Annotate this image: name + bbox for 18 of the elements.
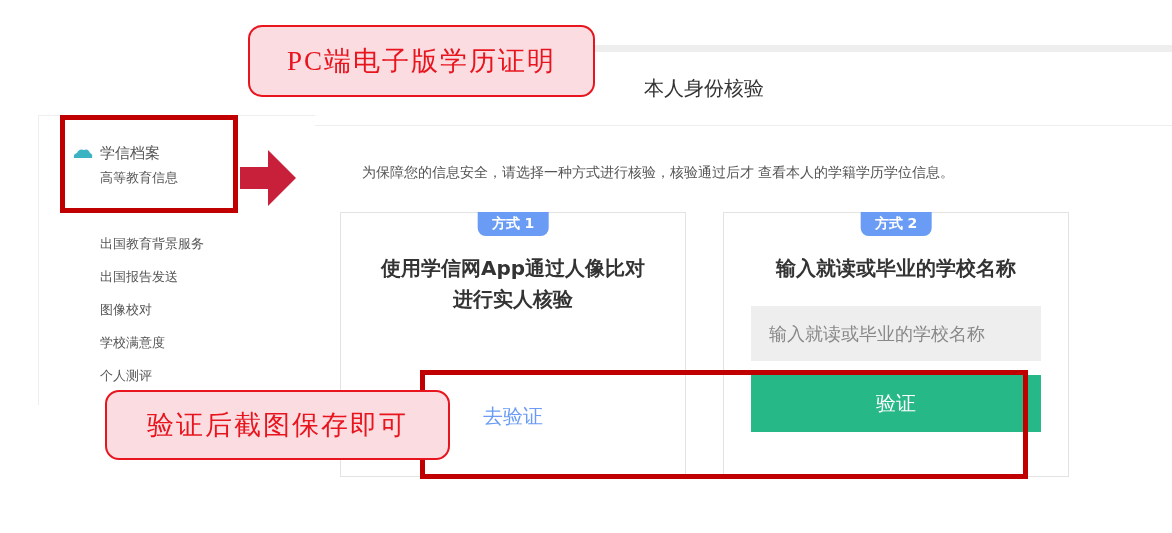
- annotation-callout: 验证后截图保存即可: [105, 390, 450, 460]
- annotation-callout: PC端电子版学历证明: [248, 25, 595, 97]
- sidebar-item[interactable]: 出国报告发送: [100, 260, 315, 293]
- sidebar-item[interactable]: 出国教育背景服务: [100, 227, 315, 260]
- sidebar-section-title[interactable]: 学信档案: [100, 143, 160, 163]
- sidebar-item[interactable]: 学校满意度: [100, 326, 315, 359]
- page-title: 本人身份核验: [643, 75, 764, 102]
- sidebar-item[interactable]: 个人测评: [100, 359, 315, 392]
- method-badge: 方式 1: [477, 212, 549, 236]
- notice-text: 为保障您的信息安全，请选择一种方式进行核验，核验通过后才 查看本人的学籍学历学位信息。: [362, 164, 956, 182]
- method-title: 使用学信网App通过人像比对进行实人核验: [379, 255, 647, 313]
- method-badge: 方式 2: [860, 212, 932, 236]
- arrow-icon: [240, 150, 296, 206]
- cloud-icon: [73, 147, 93, 159]
- sidebar-item[interactable]: 高等教育信息: [100, 161, 315, 194]
- sidebar-item[interactable]: 图像校对: [100, 293, 315, 326]
- method-title: 输入就读或毕业的学校名称: [776, 255, 1016, 282]
- school-name-field[interactable]: 输入就读或毕业的学校名称: [751, 306, 1041, 361]
